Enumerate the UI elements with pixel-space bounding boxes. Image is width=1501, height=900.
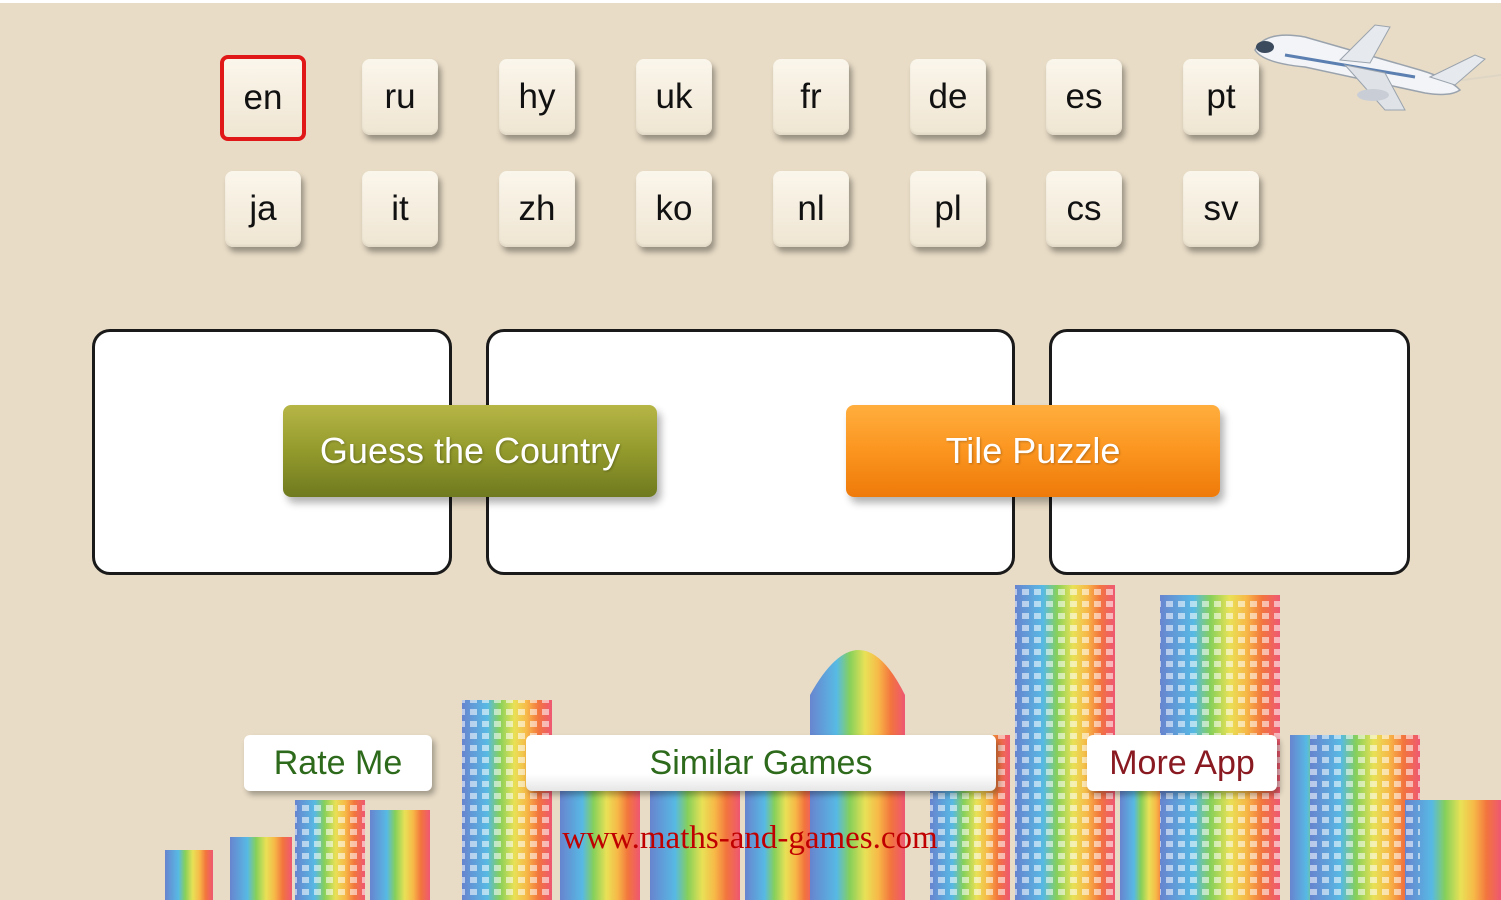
lang-button-ko[interactable]: ko [636,171,712,247]
lang-button-nl[interactable]: nl [773,171,849,247]
lang-button-hy[interactable]: hy [499,59,575,135]
more-app-button[interactable]: More App [1087,735,1277,791]
language-selector: en ru hy uk fr de es pt ja it zh ko nl p… [220,55,1265,250]
lang-button-uk[interactable]: uk [636,59,712,135]
similar-games-button[interactable]: Similar Games [526,735,996,791]
top-edge [0,0,1501,3]
lang-button-de[interactable]: de [910,59,986,135]
website-link[interactable]: www.maths-and-games.com [510,820,990,857]
guess-the-country-button[interactable]: Guess the Country [283,405,657,497]
lang-button-pt[interactable]: pt [1183,59,1259,135]
lang-button-pl[interactable]: pl [910,171,986,247]
lang-button-ja[interactable]: ja [225,171,301,247]
lang-button-en[interactable]: en [220,55,306,141]
lang-button-ru[interactable]: ru [362,59,438,135]
lang-button-zh[interactable]: zh [499,171,575,247]
rate-me-button[interactable]: Rate Me [244,735,432,791]
lang-button-sv[interactable]: sv [1183,171,1259,247]
lang-button-fr[interactable]: fr [773,59,849,135]
lang-button-es[interactable]: es [1046,59,1122,135]
airplane-icon [1254,24,1501,111]
lang-button-cs[interactable]: cs [1046,171,1122,247]
lang-button-it[interactable]: it [362,171,438,247]
tile-puzzle-button[interactable]: Tile Puzzle [846,405,1220,497]
